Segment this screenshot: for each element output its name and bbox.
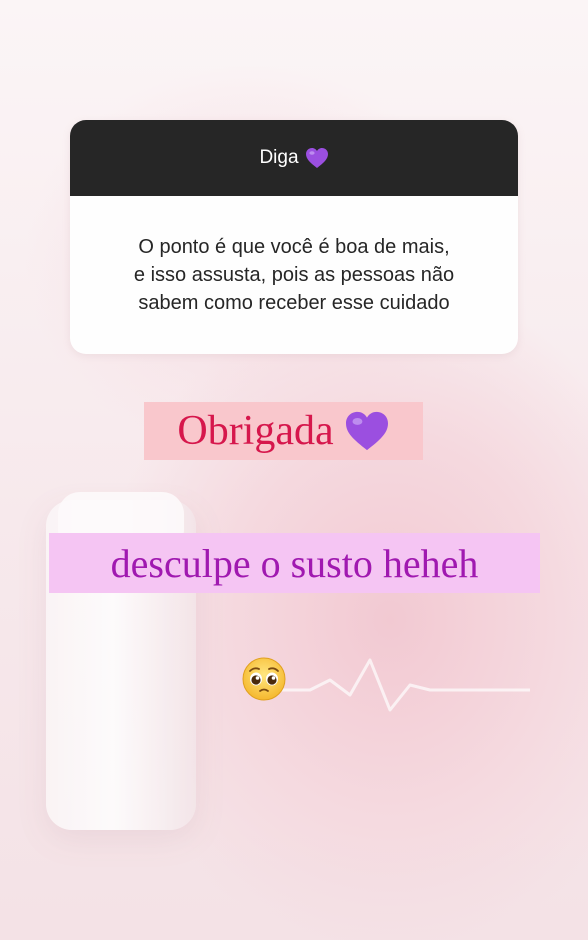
thanks-text-sticker[interactable]: Obrigada — [144, 402, 423, 460]
question-header: Diga — [70, 120, 518, 196]
question-response: O ponto é que você é boa de mais, e isso… — [70, 196, 518, 354]
purple-heart-icon — [305, 148, 328, 168]
question-sticker[interactable]: Diga O ponto é que você é boa de mais, e… — [70, 120, 518, 354]
sorry-text: desculpe o susto heheh — [110, 540, 479, 586]
sorry-text-sticker[interactable]: desculpe o susto heheh — [49, 533, 540, 593]
pleading-face-icon[interactable] — [241, 656, 287, 702]
response-line-3: sabem como receber esse cuidado — [138, 292, 450, 314]
thanks-text: Obrigada — [177, 408, 334, 454]
question-prompt: Diga — [259, 147, 299, 168]
response-line-1: O ponto é que você é boa de mais, — [138, 236, 450, 258]
purple-heart-icon — [345, 411, 388, 451]
response-text: O ponto é que você é boa de mais, e isso… — [134, 233, 454, 317]
heartbeat-line — [250, 658, 530, 712]
response-line-2: e isso assusta, pois as pessoas não — [133, 264, 455, 286]
